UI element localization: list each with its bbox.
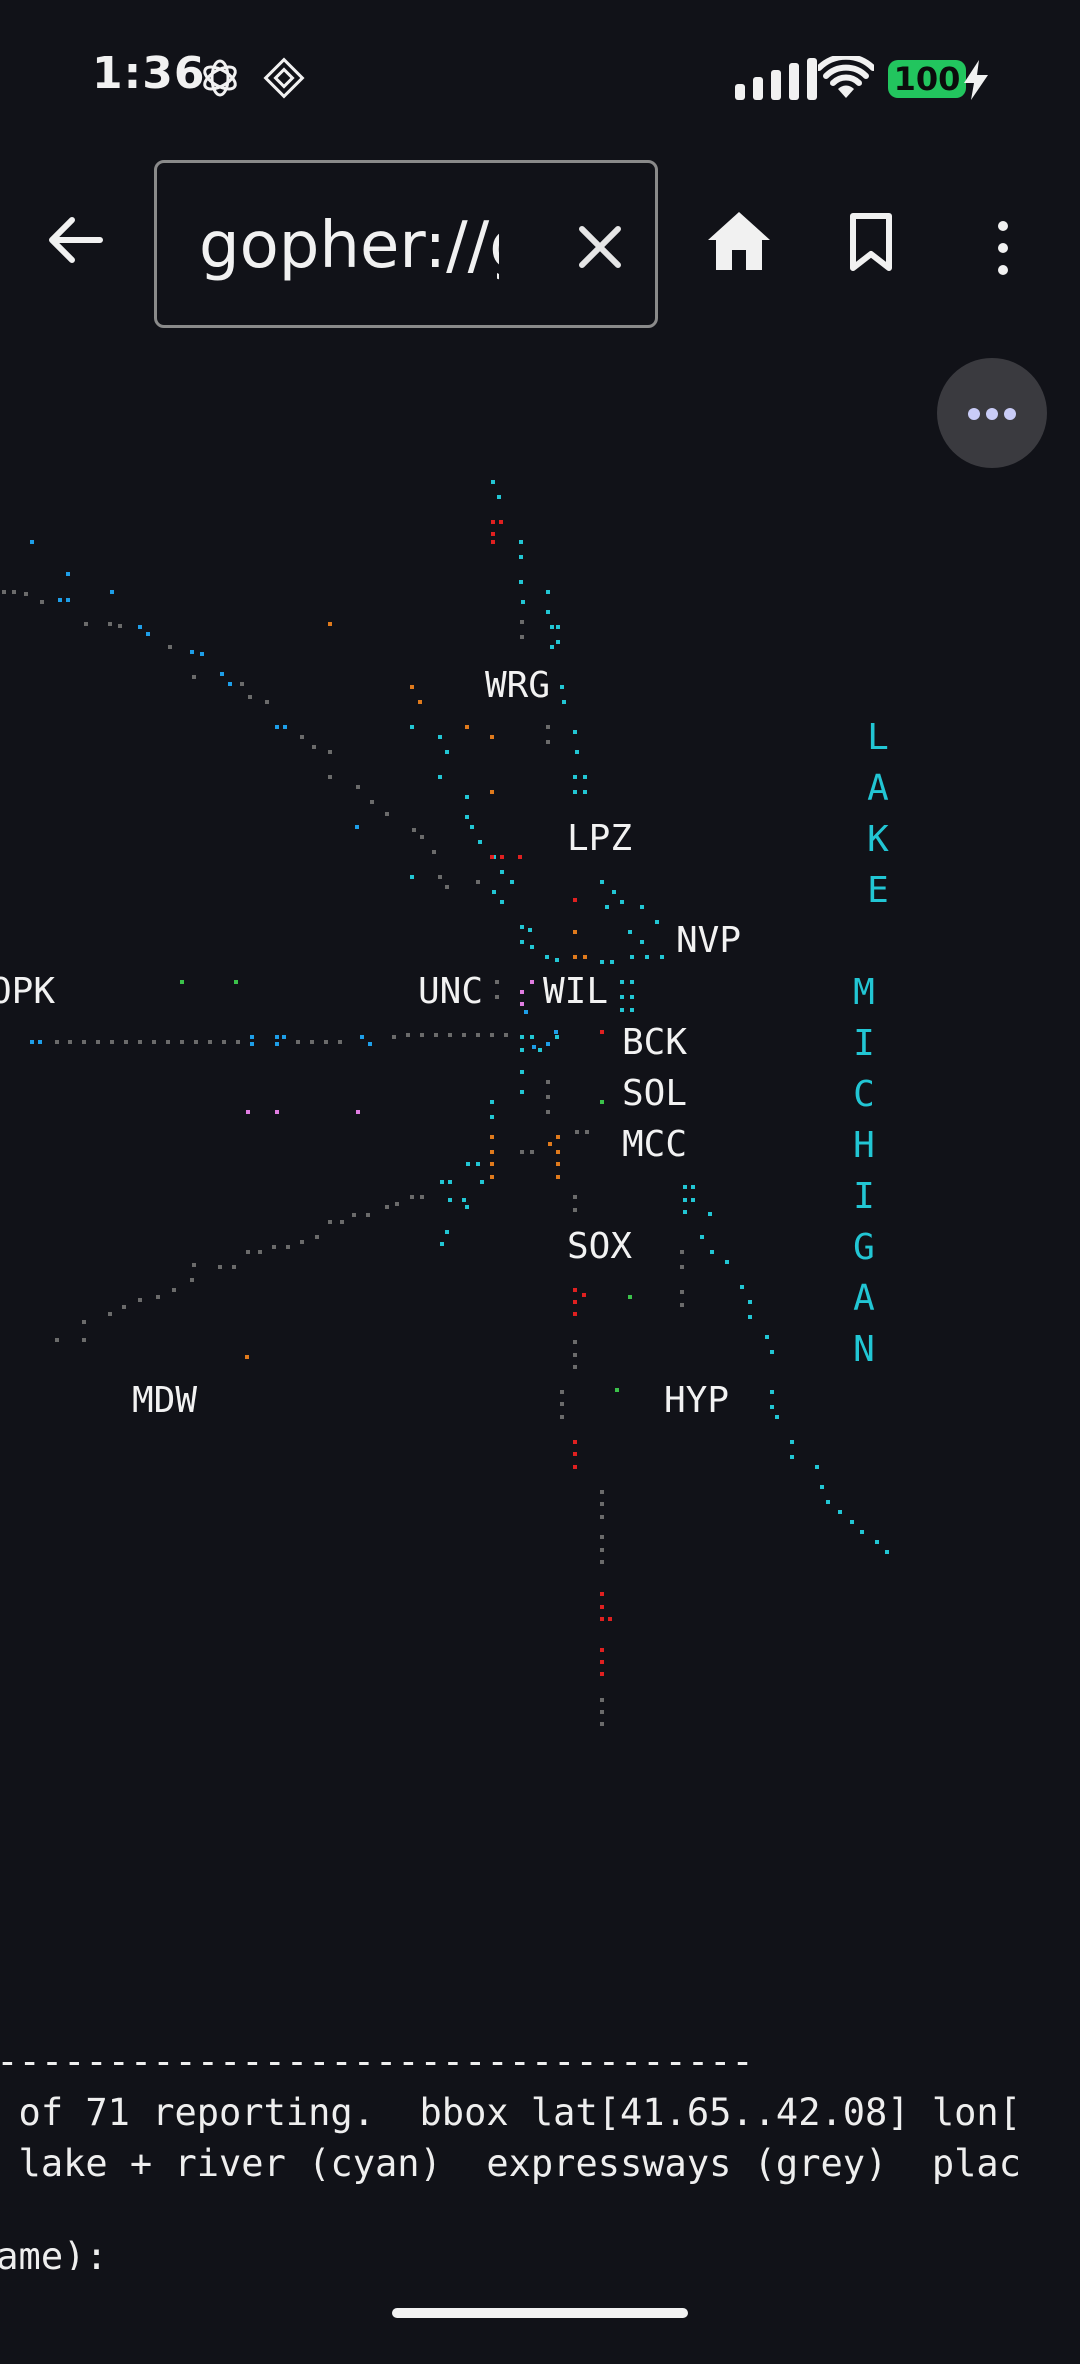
status-bar: 1:36 100 xyxy=(0,0,1080,150)
lake-letter: A xyxy=(867,768,889,809)
wifi-icon xyxy=(818,56,874,98)
lake-letter: E xyxy=(867,870,889,911)
home-icon[interactable] xyxy=(706,210,772,272)
report-text: ----------------------------------- d of… xyxy=(0,2040,1080,2270)
map-label-opk: OPK xyxy=(0,971,56,1012)
url-input[interactable]: gopher://go xyxy=(154,160,658,328)
map-dots xyxy=(2,480,889,1726)
lake-letter: G xyxy=(853,1227,875,1268)
more-vertical-icon[interactable] xyxy=(988,218,1018,278)
lake-letter: K xyxy=(867,819,889,860)
lake-label-bottom: M I C H I G A N xyxy=(844,967,884,1375)
map-label-hyp: HYP xyxy=(664,1380,730,1421)
url-text[interactable]: gopher://go xyxy=(199,209,499,283)
divider-line: ----------------------------------- xyxy=(0,2040,754,2083)
fab-dot xyxy=(968,408,980,420)
lake-letter: L xyxy=(867,717,889,758)
map-label-wrg: WRG xyxy=(485,665,551,706)
bookmark-icon[interactable] xyxy=(848,212,894,272)
lake-letter: C xyxy=(853,1074,875,1115)
green-dots xyxy=(180,980,632,1392)
chatgpt-icon xyxy=(203,59,237,97)
map-label-unc: UNC xyxy=(418,971,484,1012)
pink-dots xyxy=(246,980,534,1114)
map-label-sol: SOL xyxy=(622,1073,688,1114)
report-line-1: d of 71 reporting. bbox lat[41.65..42.08… xyxy=(0,2091,1021,2134)
lake-river-dots xyxy=(410,480,889,1554)
lake-letter: M xyxy=(853,972,875,1013)
lake-label-top: L A K E xyxy=(858,712,898,916)
lake-letter: I xyxy=(853,1023,875,1064)
expressway-dots xyxy=(2,590,684,1726)
home-indicator[interactable] xyxy=(392,2308,688,2318)
map-label-sox: SOX xyxy=(567,1226,633,1267)
battery-icon: 100 xyxy=(888,60,966,98)
map-label-bck: BCK xyxy=(622,1022,688,1063)
diamond-app-icon xyxy=(263,57,305,99)
clear-icon[interactable] xyxy=(572,219,628,275)
map-label-mcc: MCC xyxy=(622,1124,688,1165)
lake-letter: N xyxy=(853,1329,875,1370)
map-label-mdw: MDW xyxy=(132,1380,198,1421)
report-line-3: name): xyxy=(0,2235,108,2270)
charging-bolt-icon xyxy=(964,60,988,100)
lake-letter: A xyxy=(853,1278,875,1319)
signal-icon xyxy=(735,58,817,100)
map-label-wil: WIL xyxy=(543,971,609,1012)
ascii-map: WRG LPZ NVP OPK UNC WIL BCK SOL MCC SOX … xyxy=(0,450,1080,1750)
lake-letter: H xyxy=(853,1125,875,1166)
fab-dot xyxy=(1004,408,1016,420)
orange-dots xyxy=(245,622,587,1359)
map-label-nvp: NVP xyxy=(676,920,742,961)
fab-dot xyxy=(986,408,998,420)
back-arrow-icon[interactable] xyxy=(40,205,110,275)
report-line-2: - lake + river (cyan) expressways (grey)… xyxy=(0,2142,1021,2185)
lake-letter: I xyxy=(853,1176,875,1217)
status-time: 1:36 xyxy=(92,48,206,99)
map-label-lpz: LPZ xyxy=(567,818,633,859)
